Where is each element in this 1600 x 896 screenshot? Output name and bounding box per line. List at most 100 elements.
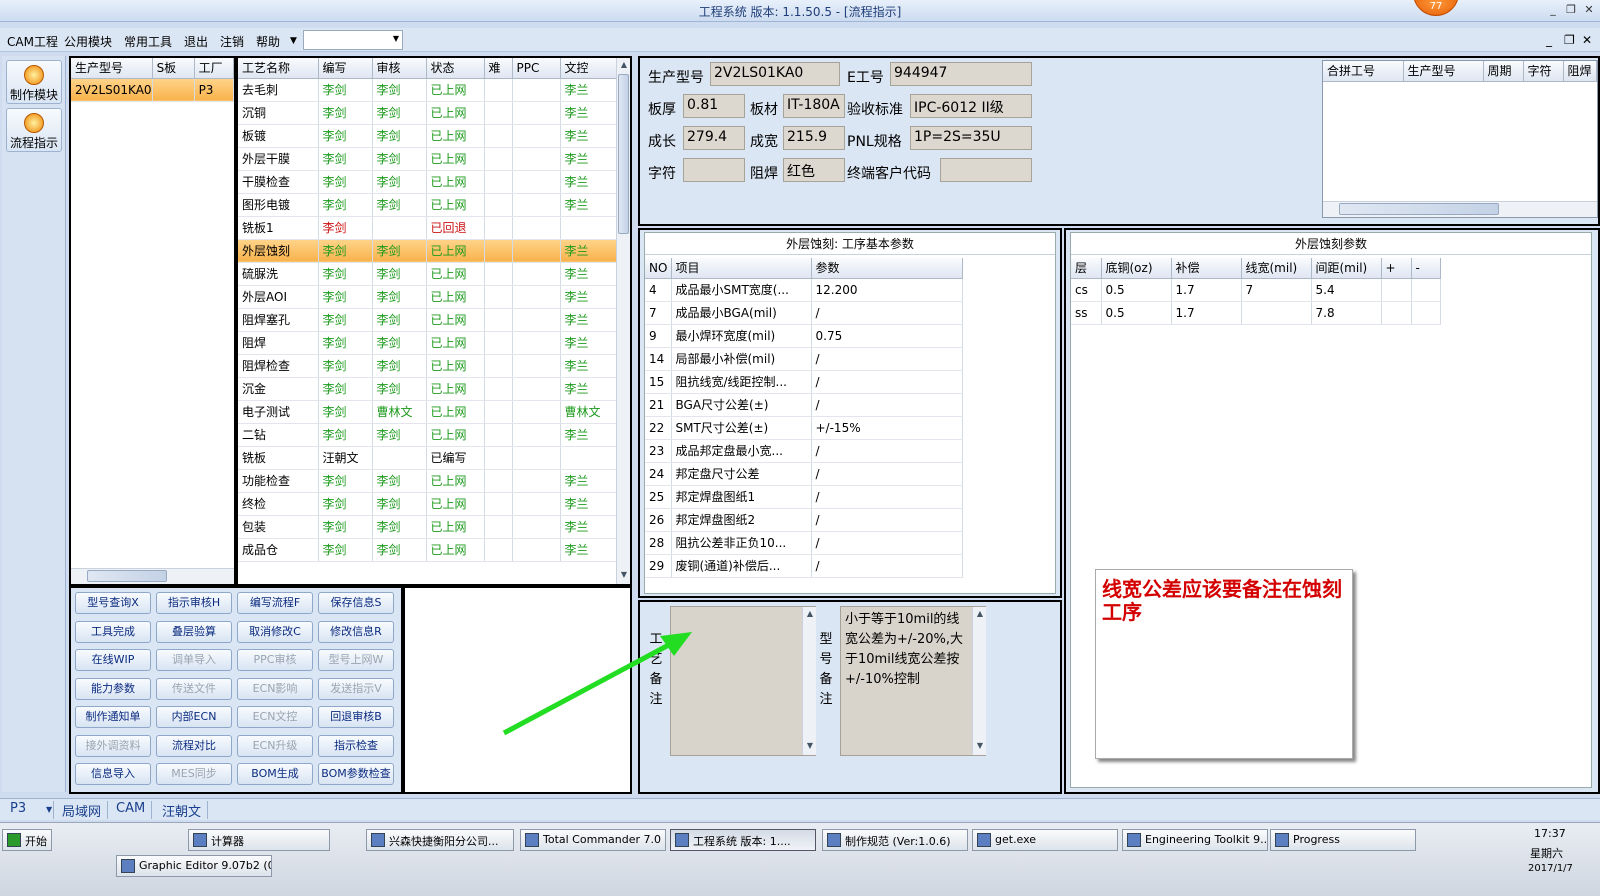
col-header[interactable]: 工艺名称 <box>238 58 319 79</box>
field-material[interactable]: IT-180A <box>783 94 845 118</box>
action-button[interactable]: 型号查询X <box>75 592 151 614</box>
field-standard[interactable]: IPC-6012 II级 <box>910 94 1032 118</box>
menu-tools[interactable]: 常用工具 <box>124 33 172 50</box>
field-character[interactable] <box>683 158 745 182</box>
action-button[interactable]: 能力参数 <box>75 677 151 700</box>
col-char[interactable]: 字符 <box>1523 61 1564 82</box>
minimize-icon[interactable]: _ <box>1546 3 1560 17</box>
action-button[interactable]: 发送指示V <box>318 677 394 700</box>
action-button[interactable]: PPC审核 <box>237 649 313 671</box>
model-remark-scroll[interactable]: ▲ ▼ <box>972 607 986 755</box>
col-header[interactable]: 间距(mil) <box>1311 258 1382 279</box>
table-row[interactable]: 23 成品邦定盘最小宽... / <box>645 439 963 463</box>
table-row[interactable]: 阻焊塞孔 李剑 李剑 已上网 李兰 <box>238 308 617 332</box>
start-button[interactable]: 开始 <box>2 829 52 851</box>
table-row[interactable]: 二钻 李剑 李剑 已上网 李兰 <box>238 423 617 447</box>
table-row[interactable]: 24 邦定盘尺寸公差 / <box>645 462 963 486</box>
action-button[interactable]: MES同步 <box>156 763 232 785</box>
table-row[interactable]: ss 0.5 1.7 7.8 <box>1071 301 1441 325</box>
col-period[interactable]: 周期 <box>1483 61 1524 82</box>
menu-combo[interactable]: ▼ <box>303 30 403 50</box>
table-row[interactable]: 沉金 李剑 李剑 已上网 李兰 <box>238 377 617 401</box>
table-row[interactable]: 外层蚀刻 李剑 李剑 已上网 李兰 <box>238 239 617 263</box>
menu-logout[interactable]: 注销 <box>220 33 244 50</box>
table-row[interactable]: 终检 李剑 李剑 已上网 李兰 <box>238 492 617 516</box>
action-button[interactable]: 回退审核B <box>318 706 394 728</box>
action-button[interactable]: 指示检查 <box>318 734 394 757</box>
col-header[interactable]: NO <box>645 258 672 279</box>
col-header[interactable]: 层 <box>1071 258 1102 279</box>
table-row[interactable]: 29 废铜(通道)补偿后... / <box>645 554 963 578</box>
col-header[interactable]: 审核 <box>372 58 427 79</box>
field-length[interactable]: 279.4 <box>683 126 745 150</box>
action-button[interactable]: 调单导入 <box>156 649 232 671</box>
action-button[interactable]: ECN文控 <box>237 706 313 728</box>
mdi-minimize-icon[interactable]: _ <box>1546 33 1552 47</box>
table-row[interactable]: 4 成品最小SMT宽度(... 12.200 <box>645 278 963 302</box>
col-header[interactable]: 参数 <box>811 258 963 279</box>
action-button[interactable]: 工具完成 <box>75 620 151 643</box>
table-row[interactable]: cs 0.5 1.7 7 5.4 <box>1071 278 1441 302</box>
col-header[interactable]: 文控 <box>560 58 617 79</box>
col-model[interactable]: 生产型号 <box>71 58 153 79</box>
table-row[interactable]: 铣板 汪朝文 已编写 <box>238 446 617 470</box>
task-button[interactable]: Progress <box>1270 829 1416 851</box>
process-vscroll[interactable]: ▲ ▼ <box>616 58 630 584</box>
col-mask[interactable]: 阻焊 <box>1563 61 1597 82</box>
table-row[interactable]: 阻焊检查 李剑 李剑 已上网 李兰 <box>238 354 617 378</box>
table-row[interactable]: 板镀 李剑 李剑 已上网 李兰 <box>238 124 617 148</box>
field-soldermask[interactable]: 红色 <box>783 158 845 182</box>
col-header[interactable]: 项目 <box>671 258 812 279</box>
action-button[interactable]: 接外调资料 <box>75 734 151 757</box>
task-button[interactable]: get.exe <box>972 829 1118 851</box>
action-button[interactable]: 信息导入 <box>75 763 151 785</box>
table-row[interactable]: 26 邦定焊盘图纸2/ <box>645 508 963 532</box>
scroll-up-icon[interactable]: ▲ <box>973 607 987 621</box>
table-row[interactable]: 沉铜 李剑 李剑 已上网 李兰 <box>238 101 617 125</box>
scroll-up-icon[interactable]: ▲ <box>617 58 630 72</box>
col-header[interactable]: + <box>1381 258 1412 279</box>
mdi-close-icon[interactable]: ✕ <box>1582 33 1592 47</box>
task-button[interactable]: 兴森快捷衡阳分公司... <box>366 829 514 851</box>
table-row[interactable]: 功能检查 李剑 李剑 已上网 李兰 <box>238 469 617 493</box>
menu-cam[interactable]: CAM工程 <box>7 33 58 50</box>
action-button[interactable]: 型号上网W <box>318 649 394 671</box>
scroll-down-icon[interactable]: ▼ <box>803 739 817 753</box>
table-row[interactable]: 干膜检查 李剑 李剑 已上网 李兰 <box>238 170 617 194</box>
table-row[interactable]: 图形电镀 李剑 李剑 已上网 李兰 <box>238 193 617 217</box>
process-remark-scroll[interactable]: ▲ ▼ <box>802 607 816 755</box>
nav-flow-instruction[interactable]: 流程指示 <box>6 108 62 152</box>
menu-help[interactable]: 帮助 <box>256 33 280 50</box>
col-s-board[interactable]: S板 <box>152 58 195 79</box>
action-button[interactable]: BOM生成 <box>237 763 313 785</box>
action-button[interactable]: 在线WIP <box>75 649 151 671</box>
col-header[interactable]: 线宽(mil) <box>1241 258 1312 279</box>
field-pnl[interactable]: 1P=2S=35U <box>910 126 1032 150</box>
task-button[interactable]: 工程系统 版本: 1.... <box>670 829 816 851</box>
table-row[interactable]: 包装 李剑 李剑 已上网 李兰 <box>238 515 617 539</box>
action-button[interactable]: ECN升级 <box>237 734 313 757</box>
table-row[interactable]: 去毛刺 李剑 李剑 已上网 李兰 <box>238 78 617 102</box>
action-button[interactable]: 内部ECN <box>156 706 232 728</box>
action-button[interactable]: 取消修改C <box>237 620 313 643</box>
table-row[interactable]: 25 邦定焊盘图纸1/ <box>645 485 963 509</box>
scroll-thumb[interactable] <box>618 74 629 234</box>
table-row[interactable]: 22 SMT尺寸公差(±) +/-15% <box>645 416 963 440</box>
col-merge-no[interactable]: 合拼工号 <box>1323 61 1404 82</box>
table-row[interactable]: 21 BGA尺寸公差(±) / <box>645 393 963 417</box>
table-row[interactable]: 外层干膜 李剑 李剑 已上网 李兰 <box>238 147 617 171</box>
help-dropdown-icon[interactable]: ▼ <box>290 36 297 46</box>
scroll-down-icon[interactable]: ▼ <box>973 739 987 753</box>
nav-make-module[interactable]: 制作模块 <box>6 60 62 104</box>
menu-common-modules[interactable]: 公用模块 <box>64 33 112 50</box>
action-button[interactable]: BOM参数检查 <box>318 763 394 785</box>
panel-hscroll[interactable] <box>1323 201 1597 217</box>
field-customer[interactable] <box>940 158 1032 182</box>
table-row[interactable]: 14 局部最小补偿(mil) / <box>645 347 963 371</box>
action-button[interactable]: 传送文件 <box>156 677 232 700</box>
task-graphic-editor[interactable]: Graphic Editor 9.07b2 (0... <box>116 855 272 877</box>
table-row[interactable]: 28 阻抗公差非正负10... / <box>645 531 963 555</box>
restore-icon[interactable]: ❐ <box>1564 3 1578 17</box>
action-button[interactable]: 流程对比 <box>156 734 232 757</box>
close-icon[interactable]: ✕ <box>1582 3 1596 17</box>
